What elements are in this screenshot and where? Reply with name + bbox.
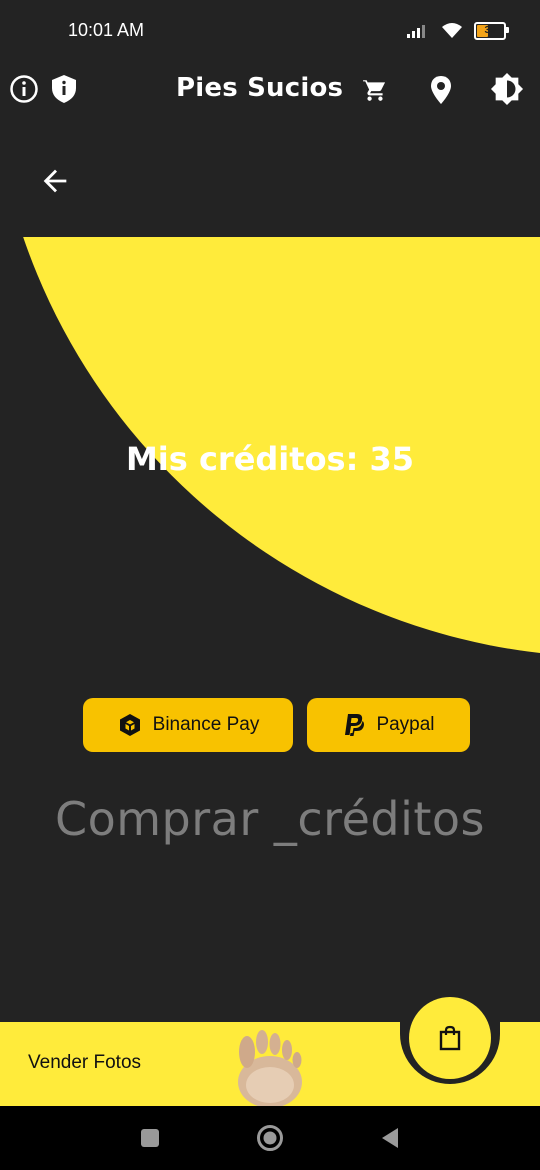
binance-cube-icon [119, 714, 140, 736]
system-back-button[interactable] [372, 1120, 408, 1156]
home-icon [257, 1125, 283, 1151]
shield-icon [52, 75, 76, 103]
back-icon [382, 1128, 398, 1148]
paypal-icon [345, 714, 365, 736]
recents-button[interactable] [132, 1120, 168, 1156]
sell-photos-link[interactable]: Vender Fotos [28, 1052, 141, 1074]
status-icons: 39 [406, 22, 509, 40]
signal-icon [407, 25, 425, 38]
cart-button[interactable] [360, 75, 390, 105]
brightness-icon [490, 72, 524, 106]
status-time: 10:01 AM [68, 20, 145, 40]
binance-pay-label: Binance Pay [152, 714, 260, 735]
back-button[interactable] [34, 160, 76, 202]
paypal-label: Paypal [376, 714, 435, 735]
shop-fab[interactable] [409, 997, 491, 1079]
info-button[interactable] [8, 73, 40, 105]
location-icon [431, 76, 451, 104]
home-button[interactable] [252, 1120, 288, 1156]
binance-pay-button[interactable]: Binance Pay [83, 698, 293, 752]
battery-icon: 39 [474, 22, 509, 40]
info-icon [10, 75, 38, 103]
recents-icon [141, 1129, 159, 1147]
arrow-back-icon [43, 169, 67, 193]
privacy-button[interactable] [48, 73, 80, 105]
buy-credits-title: Comprar _créditos [54, 792, 486, 846]
paypal-button[interactable]: Paypal [307, 698, 470, 752]
status-bar: 10:01 AM 39 [0, 0, 540, 62]
app-title: Pies Sucios [176, 73, 344, 103]
shopping-bag-icon [439, 1025, 461, 1051]
location-button[interactable] [426, 74, 456, 106]
battery-level: 39 [484, 25, 496, 36]
theme-toggle-button[interactable] [490, 72, 524, 106]
foot-image [238, 1030, 302, 1106]
credits-text: Mis créditos: 35 [125, 440, 415, 478]
wifi-icon [442, 23, 462, 38]
cart-icon [363, 79, 386, 101]
